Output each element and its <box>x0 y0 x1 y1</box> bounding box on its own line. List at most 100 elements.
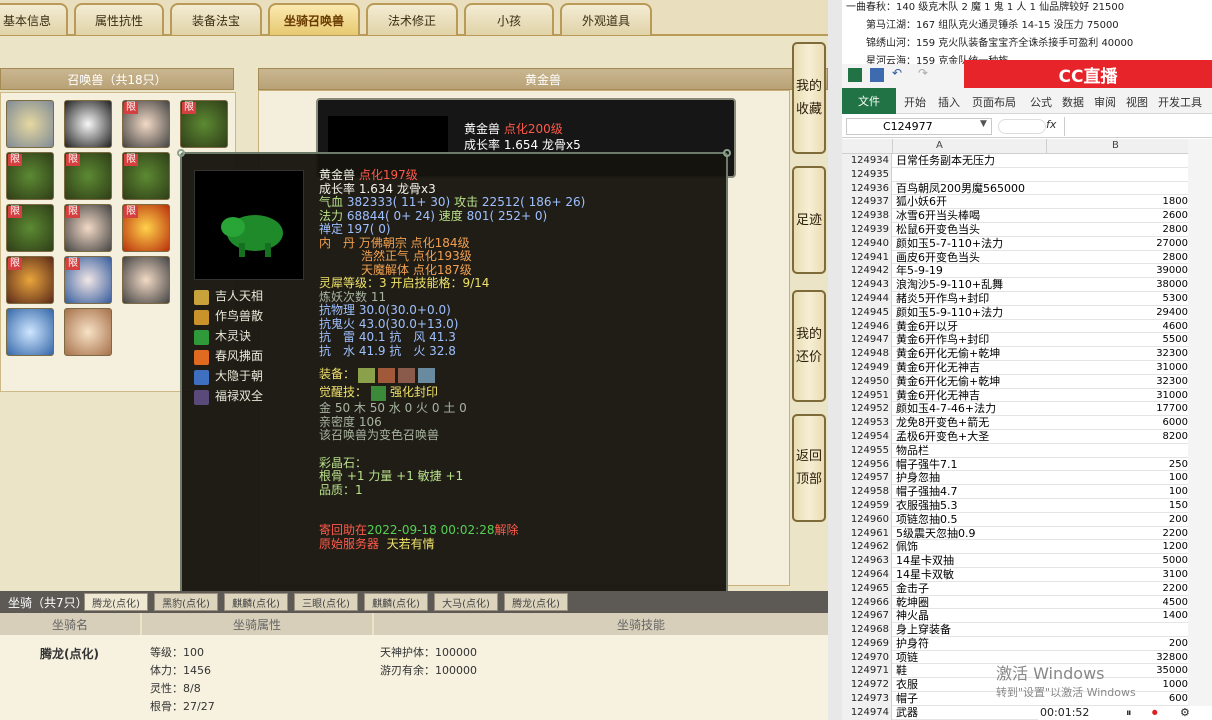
tab-basic-info[interactable]: 基本信息 <box>0 3 68 35</box>
table-row[interactable]: 124937 狐小妖6开 1800 <box>842 195 1212 210</box>
mount-subtab[interactable]: 黑豹(点化) <box>154 593 218 611</box>
cell-b[interactable]: 6000 <box>1046 416 1188 430</box>
cell-b[interactable]: 250 <box>1046 458 1188 472</box>
table-row[interactable]: 124936 百鸟朝凤200男魔565000 <box>842 181 1212 196</box>
table-row[interactable]: 124943 浪淘沙5-9-110+乱舞 38000 <box>842 278 1212 292</box>
skill-item[interactable]: 春风拂面 <box>194 348 263 366</box>
cell-b[interactable]: 17700 <box>1046 402 1188 416</box>
cell-b[interactable]: 150 <box>1046 499 1188 513</box>
table-row[interactable]: 124951 黄金6开化无神吉 31000 <box>842 388 1212 403</box>
cell-b[interactable]: 4500 <box>1046 596 1188 610</box>
cell-b[interactable]: 1200 <box>1046 540 1188 554</box>
summon-slot[interactable]: 限 <box>64 256 112 304</box>
summon-slot[interactable]: 限 <box>122 152 170 200</box>
cell-a[interactable]: 护身符 <box>896 637 1046 651</box>
table-row[interactable]: 124941 画皮6开变色当头 2800 <box>842 250 1212 265</box>
cell-b[interactable]: 31000 <box>1046 389 1188 403</box>
formula-input[interactable] <box>1064 117 1210 136</box>
table-row[interactable]: 124955 物品栏 <box>842 443 1212 458</box>
cell-b[interactable]: 1800 <box>1046 195 1188 209</box>
cell-a[interactable]: 日常任务副本无压力 <box>896 154 1046 168</box>
tab-mount-summon[interactable]: 坐骑召唤兽 <box>268 3 360 35</box>
cell-b[interactable]: 3100 <box>1046 568 1188 582</box>
tab-child[interactable]: 小孩 <box>464 3 554 35</box>
ribbon-tab[interactable]: 公式 <box>1030 94 1052 110</box>
equip-ornament-icon[interactable] <box>418 367 436 383</box>
skill-item[interactable]: 吉人天相 <box>194 288 263 306</box>
summon-slot[interactable] <box>122 256 170 304</box>
table-row[interactable]: 124969 护身符 200 <box>842 636 1212 651</box>
mount-subtab[interactable]: 麒麟(点化) <box>224 593 288 611</box>
summon-slot[interactable] <box>64 308 112 356</box>
table-row[interactable]: 124961 5级震天忽抽0.9 2200 <box>842 526 1212 541</box>
skill-item[interactable]: 大隐于朝 <box>194 368 263 386</box>
table-row[interactable]: 124953 龙免8开变色+箭无 6000 <box>842 416 1212 430</box>
table-row[interactable]: 124968 身上穿装备 <box>842 623 1212 637</box>
ribbon-tab[interactable]: 插入 <box>938 94 960 110</box>
cell-a[interactable]: 黄金6开化无神吉 <box>896 389 1046 403</box>
skill-item[interactable]: 福禄双全 <box>194 388 263 406</box>
table-row[interactable]: 124957 护身忽抽 100 <box>842 471 1212 486</box>
cell-b[interactable]: 4600 <box>1046 320 1188 334</box>
cell-b[interactable]: 2800 <box>1046 251 1188 265</box>
summon-slot[interactable]: 限 <box>180 100 228 148</box>
equip-bracer-icon[interactable] <box>398 367 416 383</box>
chevron-down-icon[interactable]: ▼ <box>980 119 987 129</box>
cell-a[interactable]: 黄金6开作鸟+封印 <box>896 333 1046 347</box>
cell-b[interactable]: 27000 <box>1046 237 1188 251</box>
cell-b[interactable]: 5300 <box>1046 292 1188 306</box>
cell-b[interactable]: 29400 <box>1046 306 1188 320</box>
mount-subtab[interactable]: 麒麟(点化) <box>364 593 428 611</box>
table-row[interactable]: 124952 颜如玉4-7-46+法力 17700 <box>842 402 1212 417</box>
ribbon-tab[interactable]: 开发工具 <box>1158 94 1202 110</box>
summon-slot[interactable]: 限 <box>122 100 170 148</box>
cell-a[interactable]: 项链忽抽0.5 <box>896 513 1046 527</box>
cell-a[interactable]: 武器 <box>896 706 1046 720</box>
fx-icon[interactable]: fx <box>1046 118 1056 131</box>
table-row[interactable]: 124935 <box>842 167 1212 182</box>
ribbon-tab[interactable]: 视图 <box>1126 94 1148 110</box>
summon-slot[interactable]: 限 <box>6 256 54 304</box>
cell-a[interactable]: 帽子强抽4.7 <box>896 485 1046 499</box>
vertical-scrollbar[interactable] <box>1188 139 1212 720</box>
table-row[interactable]: 124958 帽子强抽4.7 100 <box>842 485 1212 499</box>
ribbon-tab[interactable]: 开始 <box>904 94 926 110</box>
my-favorites-button[interactable]: 我的收藏 <box>792 42 826 154</box>
stop-record-icon[interactable]: ⏺ <box>1152 706 1158 720</box>
equip-collar-icon[interactable] <box>358 367 376 383</box>
cell-a[interactable]: 乾坤圈 <box>896 596 1046 610</box>
table-row[interactable]: 124942 年5-9-19 39000 <box>842 264 1212 279</box>
cell-a[interactable]: 颜如玉5-9-110+法力 <box>896 306 1046 320</box>
ribbon-tab[interactable]: 页面布局 <box>972 94 1016 110</box>
cell-b[interactable]: 32300 <box>1046 375 1188 389</box>
summon-slot[interactable]: 限 <box>6 204 54 252</box>
ribbon-tab[interactable]: 审阅 <box>1094 94 1116 110</box>
cell-a[interactable]: 百鸟朝凤200男魔565000 <box>896 182 1046 196</box>
cell-a[interactable]: 黄金6开化无偷+乾坤 <box>896 347 1046 361</box>
cell-a[interactable]: 赭炎5开作鸟+封印 <box>896 292 1046 306</box>
cell-b[interactable]: 2200 <box>1046 582 1188 596</box>
back-to-top-button[interactable]: 返回顶部 <box>792 414 826 522</box>
table-row[interactable]: 124948 黄金6开化无偷+乾坤 32300 <box>842 347 1212 361</box>
mount-subtab[interactable]: 三眼(点化) <box>294 593 358 611</box>
redo-icon[interactable]: ↷ <box>918 66 928 80</box>
table-row[interactable]: 124940 颜如玉5-7-110+法力 27000 <box>842 236 1212 251</box>
tab-spell-correction[interactable]: 法术修正 <box>366 3 458 35</box>
tab-attribute-resist[interactable]: 属性抗性 <box>74 3 164 35</box>
cell-a[interactable]: 物品栏 <box>896 444 1046 458</box>
cell-a[interactable]: 黄金6开以牙 <box>896 320 1046 334</box>
table-row[interactable]: 124954 孟极6开变色+大圣 8200 <box>842 429 1212 444</box>
table-row[interactable]: 124946 黄金6开以牙 4600 <box>842 319 1212 334</box>
skill-item[interactable]: 木灵诀 <box>194 328 251 346</box>
table-row[interactable]: 124965 金击子 2200 <box>842 581 1212 596</box>
cell-a[interactable]: 神火晶 <box>896 609 1046 623</box>
summon-slot[interactable]: 限 <box>64 204 112 252</box>
cell-a[interactable]: 颜如玉4-7-46+法力 <box>896 402 1046 416</box>
cell-a[interactable]: 黄金6开化无偷+乾坤 <box>896 375 1046 389</box>
table-row[interactable]: 124967 神火晶 1400 <box>842 609 1212 624</box>
table-row[interactable]: 124956 帽子强牛7.1 250 <box>842 457 1212 472</box>
table-row[interactable]: 124944 赭炎5开作鸟+封印 5300 <box>842 291 1212 306</box>
summon-slot[interactable]: 限 <box>64 152 112 200</box>
cell-a[interactable]: 年5-9-19 <box>896 264 1046 278</box>
cell-a[interactable]: 帽子强牛7.1 <box>896 458 1046 472</box>
